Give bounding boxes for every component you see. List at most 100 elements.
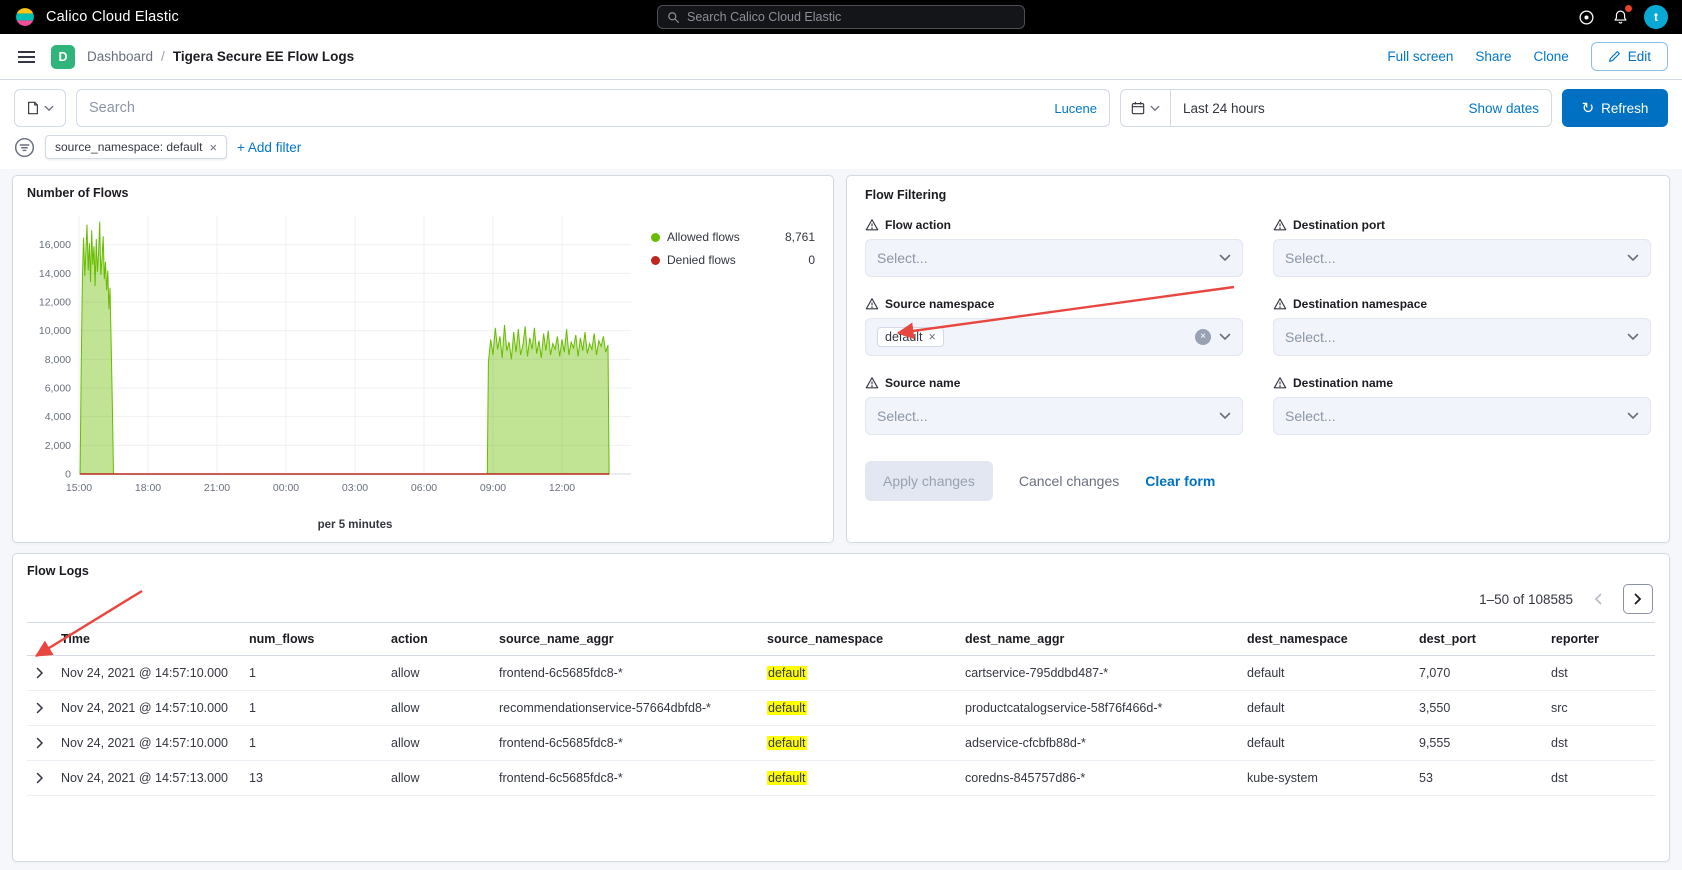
svg-text:18:00: 18:00 (135, 482, 161, 494)
select-placeholder: Select... (1285, 408, 1619, 424)
header-source-namespace[interactable]: source_namespace (759, 623, 957, 655)
edit-button-label: Edit (1628, 49, 1651, 64)
elastic-logo[interactable] (14, 6, 36, 28)
destination-namespace-select[interactable]: Select... (1273, 318, 1651, 356)
cell-dest-name-aggr: coredns-845757d86-* (957, 761, 1239, 795)
destination-name-select[interactable]: Select... (1273, 397, 1651, 435)
header-dest-name-aggr[interactable]: dest_name_aggr (957, 623, 1239, 655)
header-source-name-aggr[interactable]: source_name_aggr (491, 623, 759, 655)
main-row: Number of Flows 02,0004,0006,0008,00010,… (0, 169, 1682, 543)
field-source-name: Source name Select... (865, 376, 1243, 435)
header-dest-port[interactable]: dest_port (1411, 623, 1543, 655)
warning-triangle-icon (865, 218, 879, 232)
flow-action-select[interactable]: Select... (865, 239, 1243, 277)
previous-page-button[interactable] (1583, 584, 1613, 614)
top-bar: Calico Cloud Elastic (0, 0, 1682, 34)
cell-source-name-aggr: recommendationservice-57664dbfd8-* (491, 691, 759, 725)
refresh-button[interactable]: ↻ Refresh (1562, 89, 1668, 127)
edit-button[interactable]: Edit (1591, 42, 1668, 71)
add-filter-link[interactable]: + Add filter (237, 140, 301, 155)
clear-selection-icon[interactable]: × (1195, 329, 1211, 345)
warning-triangle-icon (1273, 218, 1287, 232)
expand-row-icon[interactable] (27, 692, 53, 724)
full-screen-link[interactable]: Full screen (1387, 49, 1453, 64)
filter-menu-icon[interactable] (14, 137, 35, 158)
remove-namespace-icon[interactable]: × (929, 330, 936, 344)
cell-source-namespace: default (759, 761, 957, 795)
filter-bar: source_namespace: default × + Add filter (0, 133, 1682, 169)
chevron-down-icon (1627, 254, 1639, 262)
next-page-button[interactable] (1623, 584, 1653, 614)
saved-query-menu-button[interactable] (14, 89, 66, 127)
header-time[interactable]: Time (53, 623, 241, 655)
cell-action: allow (383, 761, 491, 795)
header-dest-namespace[interactable]: dest_namespace (1239, 623, 1411, 655)
legend-item-allowed-flows[interactable]: Allowed flows 8,761 (651, 230, 815, 244)
pagination-range: 1–50 of 108585 (1479, 592, 1573, 607)
field-label: Source namespace (865, 297, 1243, 311)
chevron-down-icon (1627, 412, 1639, 420)
query-search-input[interactable] (89, 100, 1046, 116)
svg-text:15:00: 15:00 (66, 482, 92, 494)
table-row[interactable]: Nov 24, 2021 @ 14:57:10.000 1 allow fron… (27, 726, 1655, 761)
clear-form-button[interactable]: Clear form (1145, 473, 1215, 489)
saved-query-icon (26, 101, 40, 115)
global-search-input[interactable] (687, 10, 1015, 24)
field-label-text: Destination namespace (1293, 297, 1427, 311)
show-dates-button[interactable]: Show dates (1456, 101, 1551, 116)
flows-chart-column: 02,0004,0006,0008,00010,00012,00014,0001… (27, 202, 641, 532)
search-icon (667, 11, 680, 24)
select-placeholder: Select... (1285, 329, 1619, 345)
expand-row-icon[interactable] (27, 657, 53, 689)
field-label-text: Destination name (1293, 376, 1393, 390)
query-search-box[interactable]: Lucene (76, 89, 1110, 127)
warning-triangle-icon (1273, 376, 1287, 390)
cell-reporter: dst (1543, 726, 1655, 760)
share-link[interactable]: Share (1475, 49, 1511, 64)
source-name-select[interactable]: Select... (865, 397, 1243, 435)
legend-item-denied-flows[interactable]: Denied flows 0 (651, 253, 815, 267)
apply-changes-button[interactable]: Apply changes (865, 461, 993, 501)
header-num-flows[interactable]: num_flows (241, 623, 383, 655)
menu-hamburger-icon[interactable] (14, 46, 39, 68)
header-reporter[interactable]: reporter (1543, 623, 1655, 655)
cell-reporter: dst (1543, 656, 1655, 690)
highlighted-value: default (767, 771, 807, 785)
expand-row-icon[interactable] (27, 727, 53, 759)
notifications-bell-icon[interactable] (1610, 7, 1630, 27)
deployment-icon[interactable] (1576, 7, 1596, 27)
field-label-text: Flow action (885, 218, 951, 232)
header-action[interactable]: action (383, 623, 491, 655)
remove-filter-icon[interactable]: × (209, 141, 217, 154)
destination-port-select[interactable]: Select... (1273, 239, 1651, 277)
cell-dest-name-aggr: adservice-cfcbfb88d-* (957, 726, 1239, 760)
breadcrumb-separator: / (161, 49, 165, 64)
legend-value: 0 (808, 253, 815, 267)
space-badge[interactable]: D (51, 45, 75, 69)
table-row[interactable]: Nov 24, 2021 @ 14:57:13.000 13 allow fro… (27, 761, 1655, 796)
cell-dest-namespace: kube-system (1239, 761, 1411, 795)
header-expander-spacer (27, 630, 53, 648)
expand-row-icon[interactable] (27, 762, 53, 794)
breadcrumb-dashboard[interactable]: Dashboard (87, 49, 153, 64)
cell-num-flows: 1 (241, 726, 383, 760)
clone-link[interactable]: Clone (1533, 49, 1568, 64)
query-language-button[interactable]: Lucene (1054, 101, 1097, 116)
table-row[interactable]: Nov 24, 2021 @ 14:57:10.000 1 allow reco… (27, 691, 1655, 726)
time-range-value[interactable]: Last 24 hours (1171, 101, 1456, 116)
date-quick-select-button[interactable] (1121, 90, 1171, 126)
highlighted-value: default (767, 666, 807, 680)
user-avatar[interactable]: t (1644, 5, 1668, 29)
legend-dot-allowed (651, 233, 660, 242)
field-label: Source name (865, 376, 1243, 390)
table-row[interactable]: Nov 24, 2021 @ 14:57:10.000 1 allow fron… (27, 656, 1655, 691)
svg-text:21:00: 21:00 (204, 482, 230, 494)
flows-area-chart: 02,0004,0006,0008,00010,00012,00014,0001… (27, 202, 641, 520)
cancel-changes-button[interactable]: Cancel changes (1019, 473, 1119, 489)
selected-namespace-pill[interactable]: default × (877, 327, 944, 347)
filter-pill-source-namespace[interactable]: source_namespace: default × (45, 135, 227, 159)
pagination: 1–50 of 108585 (27, 578, 1655, 622)
source-namespace-select[interactable]: default × × (865, 318, 1243, 356)
global-search[interactable] (657, 5, 1025, 29)
chevron-down-icon (1219, 333, 1231, 341)
